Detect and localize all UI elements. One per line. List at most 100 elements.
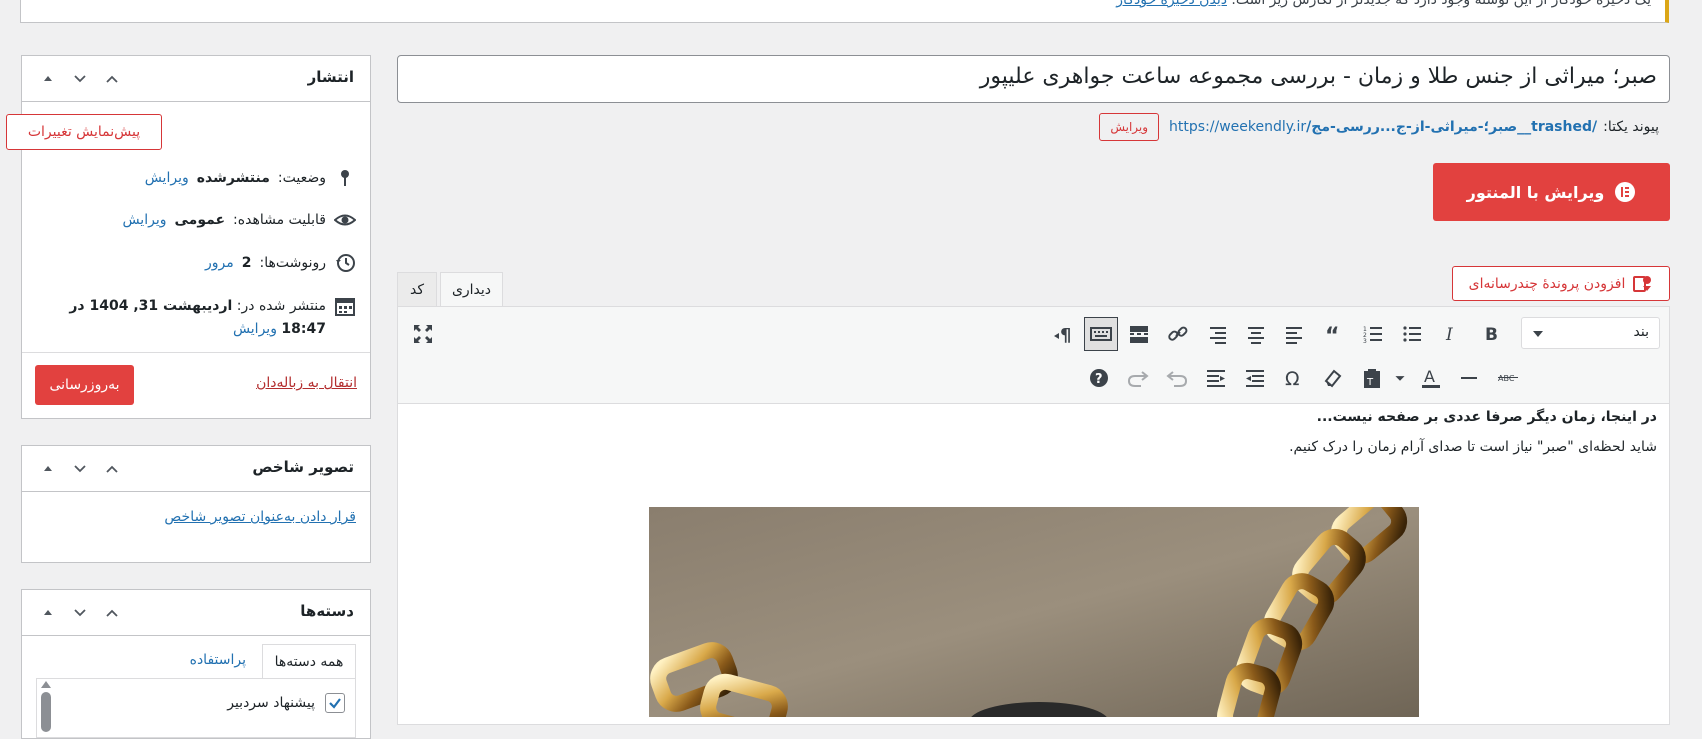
content-line-2: شاید لحظه‌ای "صبر" نیاز است تا صدای آرام… [1289, 439, 1657, 455]
revisions-value: 2 [241, 255, 252, 271]
visibility-row: قابلیت مشاهده: عمومی ویرایش [122, 209, 356, 231]
svg-text:¶: ¶ [1060, 325, 1071, 345]
help-icon[interactable]: ? [1084, 363, 1114, 393]
featured-image-box: تصویر شاخص قرار دادن به‌عنوان تصویر شاخص [21, 445, 371, 563]
permalink-slug-link[interactable]: /صبر؛-میراثی-از-ج...ررسی-مج__trashed/ [1306, 119, 1597, 135]
bold-icon[interactable]: B [1476, 319, 1506, 349]
edit-with-elementor-button[interactable]: ویرایش با المنتور [1433, 163, 1670, 221]
move-up-icon[interactable] [32, 602, 64, 624]
category-label: پیشنهاد سردبیر [227, 695, 315, 711]
svg-text:I: I [1445, 325, 1453, 345]
visibility-label: قابلیت مشاهده: [233, 212, 326, 228]
post-title-input[interactable]: صبر؛ میراثی از جنس طلا و زمان - بررسی مج… [397, 55, 1670, 103]
redo-icon[interactable] [1123, 363, 1153, 393]
preview-changes-button[interactable]: پیش‌نمایش تغییرات [6, 114, 162, 150]
read-more-icon[interactable] [1124, 319, 1154, 349]
collapse-icon[interactable] [96, 602, 128, 624]
revisions-row: رونوشت‌ها: 2 مرور [205, 252, 356, 274]
add-media-button[interactable]: افزودن پروندهٔ چندرسانه‌ای [1452, 266, 1670, 301]
text-color-icon[interactable]: A [1416, 363, 1446, 393]
chevron-down-icon [1533, 331, 1543, 337]
tab-all-categories[interactable]: همه دسته‌ها [262, 644, 356, 678]
media-icon [1633, 275, 1652, 292]
toolbar-toggle-icon[interactable] [1084, 317, 1118, 351]
gold-chain-image [649, 507, 1419, 717]
featured-box-title: تصویر شاخص [252, 458, 354, 476]
undo-icon[interactable] [1162, 363, 1192, 393]
check-icon [329, 698, 341, 709]
permalink-label: پیوند یکتا: [1603, 119, 1659, 135]
content-editor: بند B I 123 “ ¶ ABC A T Ω ? در اینجا، زم… [397, 306, 1670, 725]
numbered-list-icon[interactable]: 123 [1358, 319, 1388, 349]
text-color-dropdown-icon[interactable] [1390, 363, 1410, 393]
svg-text:T: T [1366, 377, 1374, 388]
collapse-icon[interactable] [96, 68, 128, 90]
pin-icon [341, 170, 349, 186]
rtl-direction-icon[interactable]: ¶ [1049, 319, 1079, 349]
svg-text:B: B [1485, 325, 1498, 345]
move-to-trash-link[interactable]: انتقال به زباله‌دان [256, 375, 357, 391]
italic-icon[interactable]: I [1436, 319, 1466, 349]
status-edit-link[interactable]: ویرایش [145, 170, 189, 186]
categories-box-title: دسته‌ها [300, 602, 354, 620]
content-image[interactable] [649, 507, 1419, 717]
category-checkbox[interactable] [325, 693, 345, 713]
align-right-icon[interactable] [1202, 319, 1232, 349]
update-button[interactable]: به‌روزرسانی [35, 365, 134, 405]
published-time: 18:47 [281, 321, 326, 337]
calendar-icon [335, 298, 355, 316]
box-controls [32, 458, 128, 480]
published-edit-link[interactable]: ویرایش [233, 321, 277, 337]
publish-box-header: انتشار [22, 56, 370, 102]
strikethrough-icon[interactable]: ABC [1494, 363, 1524, 393]
set-featured-image-link[interactable]: قرار دادن به‌عنوان تصویر شاخص [164, 509, 356, 525]
tab-visual[interactable]: دیداری [440, 272, 503, 307]
special-char-icon[interactable]: Ω [1279, 363, 1309, 393]
svg-text:Ω: Ω [1285, 368, 1300, 389]
align-center-icon[interactable] [1241, 319, 1271, 349]
svg-text:“: “ [1325, 324, 1339, 345]
history-icon [336, 254, 355, 272]
tab-code[interactable]: کد [397, 272, 437, 307]
move-down-icon[interactable] [64, 68, 96, 90]
outdent-icon[interactable] [1240, 363, 1270, 393]
categories-box-header: دسته‌ها [22, 590, 370, 636]
revisions-browse-link[interactable]: مرور [205, 255, 234, 271]
eye-icon [334, 214, 356, 226]
indent-icon[interactable] [1201, 363, 1231, 393]
svg-text:3: 3 [1363, 338, 1367, 345]
view-autosave-link[interactable]: دیدن ذخیرهٔ خودکار [1116, 0, 1227, 8]
fullscreen-icon[interactable] [408, 319, 438, 349]
horizontal-line-icon[interactable] [1454, 363, 1484, 393]
link-icon[interactable] [1163, 319, 1193, 349]
permalink-edit-button[interactable]: ویرایش [1099, 113, 1160, 141]
move-down-icon[interactable] [64, 602, 96, 624]
published-info: منتشر شده در: اردیبهشت 31, 1404 در 18:47… [36, 295, 326, 341]
list-item: پیشنهاد سردبیر [227, 693, 345, 713]
align-left-icon[interactable] [1280, 319, 1310, 349]
content-line-1: در اینجا، زمان دیگر صرفا عددی بر صفحه نی… [1316, 409, 1657, 425]
elementor-icon [1615, 182, 1636, 202]
bullet-list-icon[interactable] [1397, 319, 1427, 349]
permalink-row: پیوند یکتا: https://weekendly.ir/صبر؛-می… [1099, 113, 1659, 141]
move-up-icon[interactable] [32, 458, 64, 480]
format-select[interactable]: بند [1521, 317, 1660, 349]
tab-popular-categories[interactable]: پراستفاده [190, 652, 246, 668]
list-scrollbar[interactable] [41, 681, 51, 737]
published-date: اردیبهشت 31, 1404 در [69, 298, 233, 314]
permalink-base-link[interactable]: https://weekendly.ir [1169, 119, 1306, 135]
divider [22, 352, 370, 353]
revisions-label: رونوشت‌ها: [259, 255, 327, 271]
visibility-edit-link[interactable]: ویرایش [122, 212, 166, 228]
visibility-value: عمومی [174, 212, 226, 228]
categories-list: پیشنهاد سردبیر [36, 678, 356, 738]
editor-content[interactable]: در اینجا، زمان دیگر صرفا عددی بر صفحه نی… [408, 409, 1657, 455]
clear-formatting-icon[interactable] [1318, 363, 1348, 393]
move-down-icon[interactable] [64, 458, 96, 480]
move-up-icon[interactable] [32, 68, 64, 90]
paste-text-icon[interactable]: T [1357, 363, 1387, 393]
blockquote-icon[interactable]: “ [1319, 319, 1349, 349]
status-label: وضعیت: [277, 170, 326, 186]
collapse-icon[interactable] [96, 458, 128, 480]
published-label: منتشر شده در: [236, 298, 326, 314]
